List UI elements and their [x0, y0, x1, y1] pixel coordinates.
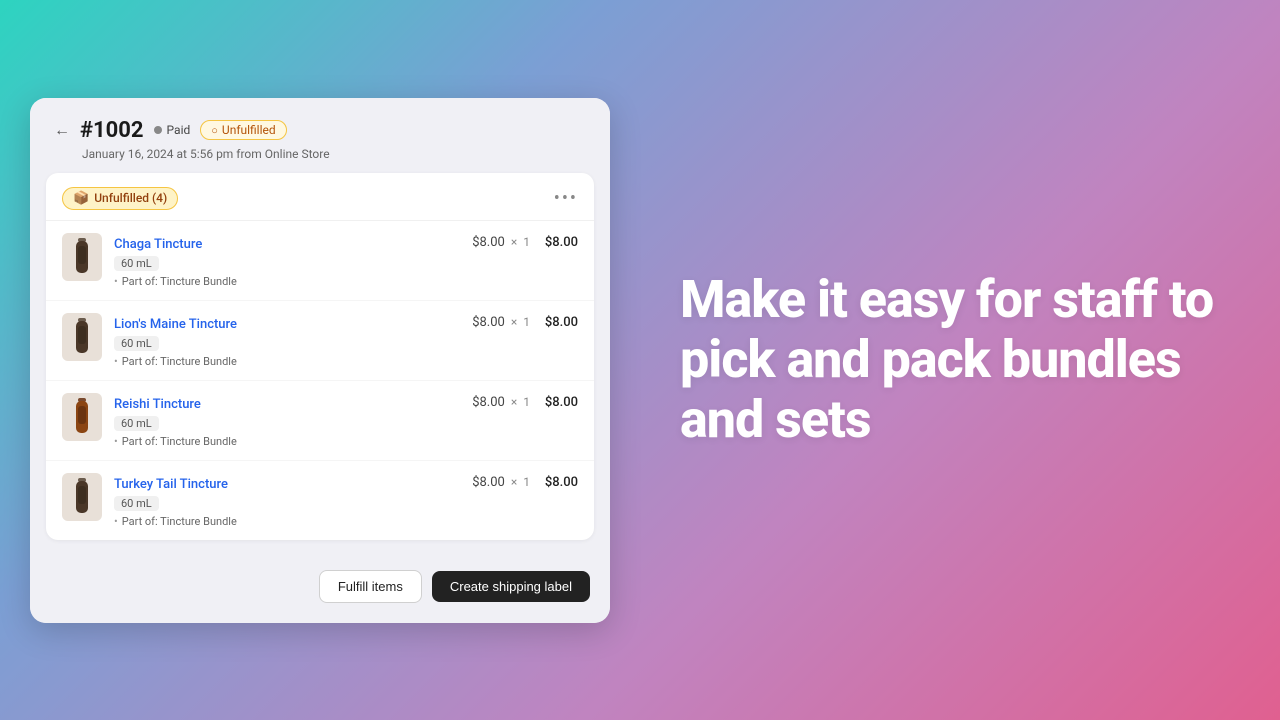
line-item: Reishi Tincture 60 mL Part of: Tincture … — [46, 381, 594, 461]
tagline-line3: and sets — [680, 390, 1213, 450]
item-details-turkey: Turkey Tail Tincture 60 mL Part of: Tinc… — [114, 473, 451, 528]
item-image-lions — [62, 313, 102, 361]
item-name-reishi[interactable]: Reishi Tincture — [114, 397, 201, 412]
order-number: #1002 — [80, 118, 144, 143]
fulfillment-header: 📦 Unfulfilled (4) ••• — [46, 173, 594, 221]
tagline: Make it easy for staff to pick and pack … — [680, 270, 1213, 449]
item-details-chaga: Chaga Tincture 60 mL Part of: Tincture B… — [114, 233, 451, 288]
item-total-reishi: $8.00 — [536, 395, 578, 410]
item-price-lions: $8.00 — [463, 315, 505, 330]
item-image-turkey — [62, 473, 102, 521]
item-details-lions: Lion's Maine Tincture 60 mL Part of: Tin… — [114, 313, 451, 368]
item-qty-lions: 1 — [523, 315, 530, 329]
item-qty-chaga: 1 — [523, 235, 530, 249]
right-panel: Make it easy for staff to pick and pack … — [640, 210, 1280, 509]
create-shipping-label-button[interactable]: Create shipping label — [432, 571, 590, 602]
item-total-lions: $8.00 — [536, 315, 578, 330]
item-pricing-chaga: $8.00 × 1 $8.00 — [463, 233, 578, 250]
item-variant-chaga: 60 mL — [114, 256, 159, 271]
item-sep-lions: × — [511, 315, 517, 329]
item-pricing-reishi: $8.00 × 1 $8.00 — [463, 393, 578, 410]
line-item: Turkey Tail Tincture 60 mL Part of: Tinc… — [46, 461, 594, 540]
order-date: January 16, 2024 at 5:56 pm from Online … — [82, 147, 586, 161]
item-total-turkey: $8.00 — [536, 475, 578, 490]
card-footer: Fulfill items Create shipping label — [30, 556, 610, 623]
item-image-reishi — [62, 393, 102, 441]
back-arrow-icon[interactable]: ← — [54, 120, 70, 140]
order-card: ← #1002 Paid ○ Unfulfilled January 16, 2… — [30, 98, 610, 623]
item-variant-lions: 60 mL — [114, 336, 159, 351]
badge-box-icon: 📦 — [73, 191, 89, 206]
item-sep-chaga: × — [511, 235, 517, 249]
item-details-reishi: Reishi Tincture 60 mL Part of: Tincture … — [114, 393, 451, 448]
unfulfilled-count-label: Unfulfilled (4) — [94, 191, 167, 205]
item-bundle-lions: Part of: Tincture Bundle — [114, 355, 451, 368]
item-qty-reishi: 1 — [523, 395, 530, 409]
order-header: ← #1002 Paid ○ Unfulfilled January 16, 2… — [30, 98, 610, 173]
item-image-chaga — [62, 233, 102, 281]
item-bundle-reishi: Part of: Tincture Bundle — [114, 435, 451, 448]
fulfill-items-button[interactable]: Fulfill items — [319, 570, 422, 603]
item-price-turkey: $8.00 — [463, 475, 505, 490]
paid-dot-icon — [154, 126, 162, 134]
paid-label: Paid — [167, 123, 191, 137]
item-bundle-chaga: Part of: Tincture Bundle — [114, 275, 451, 288]
item-sep-reishi: × — [511, 395, 517, 409]
unfulfilled-header-label: Unfulfilled — [222, 123, 276, 137]
unfulfilled-header-badge: ○ Unfulfilled — [200, 120, 286, 140]
item-price-chaga: $8.00 — [463, 235, 505, 250]
item-bundle-turkey: Part of: Tincture Bundle — [114, 515, 451, 528]
item-variant-reishi: 60 mL — [114, 416, 159, 431]
line-item: Lion's Maine Tincture 60 mL Part of: Tin… — [46, 301, 594, 381]
item-price-reishi: $8.00 — [463, 395, 505, 410]
item-pricing-turkey: $8.00 × 1 $8.00 — [463, 473, 578, 490]
line-item: Chaga Tincture 60 mL Part of: Tincture B… — [46, 221, 594, 301]
item-name-chaga[interactable]: Chaga Tincture — [114, 237, 202, 252]
fulfillment-card: 📦 Unfulfilled (4) ••• Chaga Tincture — [46, 173, 594, 540]
item-sep-turkey: × — [511, 475, 517, 489]
tagline-line1: Make it easy for staff to — [680, 270, 1213, 330]
item-pricing-lions: $8.00 × 1 $8.00 — [463, 313, 578, 330]
item-total-chaga: $8.00 — [536, 235, 578, 250]
item-name-turkey[interactable]: Turkey Tail Tincture — [114, 477, 228, 492]
order-title-row: ← #1002 Paid ○ Unfulfilled — [54, 118, 586, 143]
left-panel: ← #1002 Paid ○ Unfulfilled January 16, 2… — [0, 0, 640, 720]
item-variant-turkey: 60 mL — [114, 496, 159, 511]
item-qty-turkey: 1 — [523, 475, 530, 489]
more-options-icon[interactable]: ••• — [554, 188, 578, 209]
item-name-lions[interactable]: Lion's Maine Tincture — [114, 317, 237, 332]
unfulfilled-circle-icon: ○ — [211, 124, 218, 137]
paid-badge: Paid — [154, 123, 191, 137]
tagline-line2: pick and pack bundles — [680, 330, 1213, 390]
unfulfilled-count-badge: 📦 Unfulfilled (4) — [62, 187, 178, 210]
